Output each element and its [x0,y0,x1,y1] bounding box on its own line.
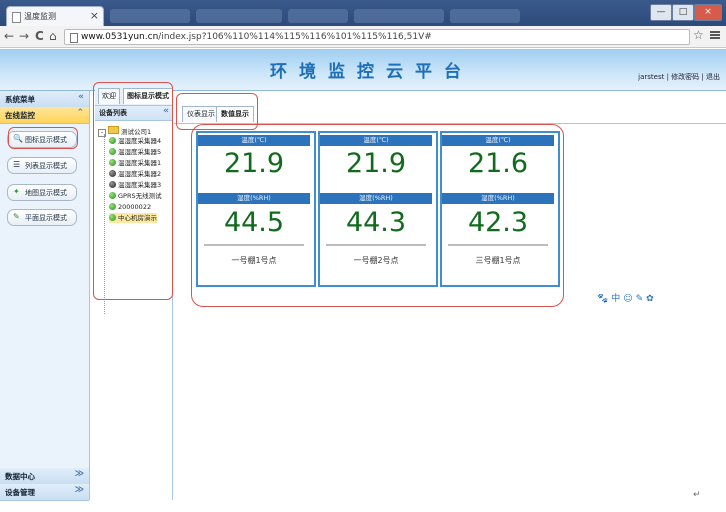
list-icon: ☰ [13,160,21,169]
map-icon: ✦ [13,187,20,196]
smiley-icon[interactable]: ☺ [623,294,632,304]
sidebar: 系统菜单 « 在线监控 ⌃ 🔍 图标显示模式 ☰ 列表显示模式 ✦ 地图显示模式… [0,91,90,501]
maximize-icon[interactable]: □ [672,4,694,21]
expand-icon[interactable]: ≫ [75,469,84,479]
paw-icon[interactable]: 🐾 [597,294,608,304]
browser-tab-blurred[interactable] [450,9,520,23]
change-password-link[interactable]: 修改密码 [671,73,699,81]
forward-icon[interactable]: → [19,29,29,43]
page-icon [70,33,78,43]
address-bar[interactable]: www.0531yun.cn/index.jsp?106%110%114%115… [64,29,690,45]
browser-menu-icon[interactable] [709,29,721,41]
app-title: 环境监控云平台 [270,62,473,82]
map-mode-button[interactable]: ✦ 地图显示模式 [7,184,77,201]
username: jarstest [638,73,665,81]
browser-tab[interactable]: 温度监测 × [6,6,104,26]
user-nav: jarstest | 修改密码 | 退出 [638,73,720,81]
annotation-outline [93,82,173,300]
tab-close-icon[interactable]: × [90,9,99,22]
url-text: www.0531yun.cn/index.jsp?106%110%114%115… [81,32,432,42]
reload-icon[interactable]: C [35,29,44,43]
browser-tab-blurred[interactable] [196,9,282,23]
sidebar-section-data-center[interactable]: 数据中心 ≫ [0,468,89,485]
close-window-icon[interactable]: × [694,4,722,21]
browser-toolbar: ← → C ⌂ www.0531yun.cn/index.jsp?106%110… [0,26,726,48]
settings-icon[interactable]: ✿ [646,294,654,304]
sidebar-section-device-mgmt[interactable]: 设备管理 ≫ [0,484,89,501]
pencil-icon[interactable]: ✎ [636,294,644,304]
minimize-icon[interactable]: — [650,4,672,21]
list-mode-button[interactable]: ☰ 列表显示模式 [7,157,77,174]
sidebar-section-online[interactable]: 在线监控 ⌃ [0,107,89,124]
plane-mode-button[interactable]: ✎ 平面显示模式 [7,209,77,226]
logout-link[interactable]: 退出 [706,73,720,81]
tab-title: 温度监测 [24,12,56,21]
map-toolbar: 🐾 中 ☺ ✎ ✿ [597,291,663,304]
back-icon[interactable]: ← [4,29,14,43]
annotation-outline [8,127,78,149]
browser-tab-blurred[interactable] [288,9,348,23]
chevron-up-icon[interactable]: ⌃ [76,108,84,118]
annotation-outline [191,124,564,307]
chinese-input-icon[interactable]: 中 [611,294,620,304]
pencil-icon: ✎ [13,212,20,221]
expand-icon[interactable]: ≫ [75,485,84,495]
browser-tab-blurred[interactable] [354,9,444,23]
window-controls: — □ × [650,4,722,21]
home-icon[interactable]: ⌂ [49,29,57,43]
return-glyph: ↵ [693,490,701,500]
bookmark-star-icon[interactable]: ☆ [693,28,704,42]
browser-titlebar: 温度监测 × — □ × [0,0,726,26]
page-icon [12,12,21,23]
browser-tab-blurred[interactable] [110,9,190,23]
collapse-icon[interactable]: « [78,92,84,102]
sidebar-menu-header: 系统菜单 « [0,91,89,108]
